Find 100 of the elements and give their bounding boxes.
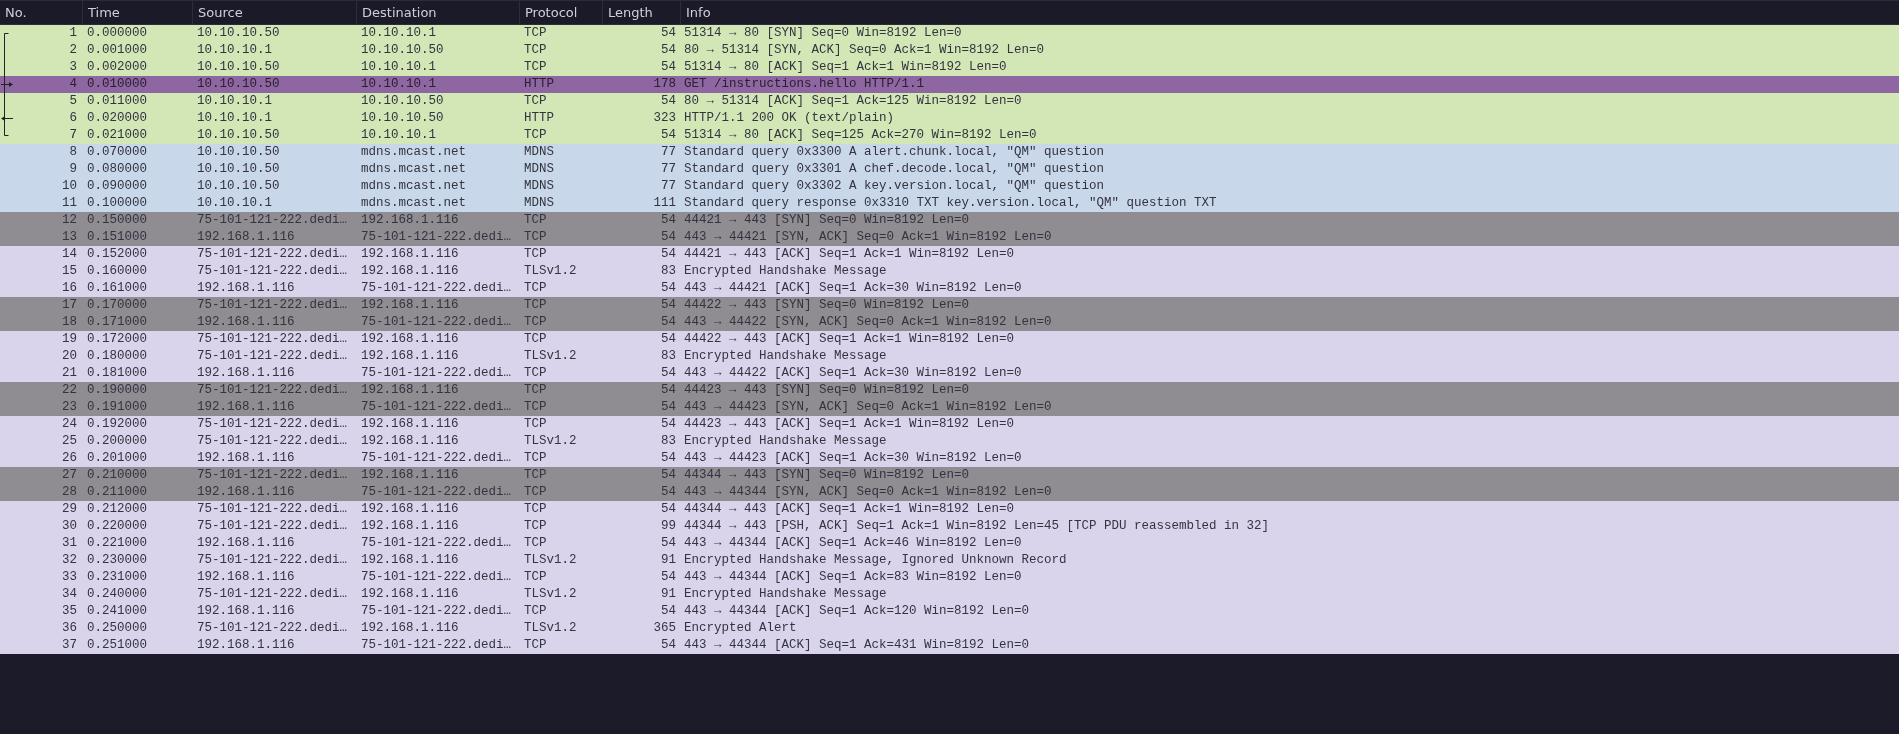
packet-protocol: TCP bbox=[524, 400, 547, 414]
packet-length: 54 bbox=[661, 536, 676, 550]
packet-source: 10.10.10.1 bbox=[197, 43, 272, 57]
packet-time: 0.011000 bbox=[87, 94, 147, 108]
packet-destination: 192.168.1.116 bbox=[361, 621, 459, 635]
packet-time: 0.080000 bbox=[87, 162, 147, 176]
column-header[interactable]: Time bbox=[82, 1, 192, 24]
packet-destination: 10.10.10.50 bbox=[361, 111, 444, 125]
packet-destination: 75-101-121-222.dedi… bbox=[361, 536, 512, 550]
packet-number: 2 bbox=[69, 42, 77, 59]
column-header[interactable]: Source bbox=[192, 1, 356, 24]
packet-destination: 192.168.1.116 bbox=[361, 553, 459, 567]
packet-info: 44344 → 443 [PSH, ACK] Seq=1 Ack=1 Win=8192 Len=45 [TCP PDU reassembled in 32] bbox=[684, 519, 1270, 533]
packet-row[interactable]: 2 0.001000 10.10.10.1 10.10.10.50 TCP 54 80 → 51314 [SYN, ACK] Seq=0 Ack=1 Win=8192 Len=0 bbox=[0, 42, 1899, 59]
column-header[interactable]: Info bbox=[680, 1, 1899, 24]
packet-row[interactable]: 27 0.210000 75-101-121-222.dedi… 192.168.1.116 TCP 54 44344 → 443 [SYN] Seq=0 Win=8192 Len=0 bbox=[0, 467, 1899, 484]
packet-row[interactable]: 3 0.002000 10.10.10.50 10.10.10.1 TCP 54 51314 → 80 [ACK] Seq=1 Ack=1 Win=8192 Len=0 bbox=[0, 59, 1899, 76]
packet-info: Encrypted Handshake Message bbox=[684, 349, 887, 363]
packet-time: 0.240000 bbox=[87, 587, 147, 601]
packet-source: 192.168.1.116 bbox=[197, 638, 295, 652]
packet-number: 25 bbox=[62, 433, 77, 450]
packet-row[interactable]: 11 0.100000 10.10.10.1 mdns.mcast.net MDNS 111 Standard query response 0x3310 TXT key.version.local, "QM" question TXT bbox=[0, 195, 1899, 212]
packet-protocol: TLSv1.2 bbox=[524, 587, 577, 601]
packet-destination: 192.168.1.116 bbox=[361, 247, 459, 261]
packet-number: 14 bbox=[62, 246, 77, 263]
packet-protocol: TCP bbox=[524, 60, 547, 74]
packet-length: 54 bbox=[661, 451, 676, 465]
packet-source: 192.168.1.116 bbox=[197, 400, 295, 414]
packet-row[interactable]: 6 0.020000 10.10.10.1 10.10.10.50 HTTP 323 HTTP/1.1 200 OK (text/plain) bbox=[0, 110, 1899, 127]
column-header[interactable]: Length bbox=[602, 1, 680, 24]
packet-time: 0.181000 bbox=[87, 366, 147, 380]
packet-row[interactable]: 23 0.191000 192.168.1.116 75-101-121-222.dedi… TCP 54 443 → 44423 [SYN, ACK] Seq=0 Ack=1 Win=8192 Len=0 bbox=[0, 399, 1899, 416]
packet-number: 28 bbox=[62, 484, 77, 501]
packet-destination: 192.168.1.116 bbox=[361, 468, 459, 482]
packet-row[interactable]: 12 0.150000 75-101-121-222.dedi… 192.168.1.116 TCP 54 44421 → 443 [SYN] Seq=0 Win=8192 Len=0 bbox=[0, 212, 1899, 229]
packet-time: 0.251000 bbox=[87, 638, 147, 652]
packet-time: 0.211000 bbox=[87, 485, 147, 499]
packet-info: HTTP/1.1 200 OK (text/plain) bbox=[684, 111, 895, 125]
packet-length: 54 bbox=[661, 400, 676, 414]
packet-source: 192.168.1.116 bbox=[197, 485, 295, 499]
packet-number: 1 bbox=[69, 25, 77, 42]
packet-row[interactable]: 5 0.011000 10.10.10.1 10.10.10.50 TCP 54 80 → 51314 [ACK] Seq=1 Ack=125 Win=8192 Len=0 bbox=[0, 93, 1899, 110]
packet-row[interactable]: 22 0.190000 75-101-121-222.dedi… 192.168.1.116 TCP 54 44423 → 443 [SYN] Seq=0 Win=8192 Len=0 bbox=[0, 382, 1899, 399]
packet-protocol: TCP bbox=[524, 332, 547, 346]
packet-source: 75-101-121-222.dedi… bbox=[197, 264, 348, 278]
packet-source: 75-101-121-222.dedi… bbox=[197, 417, 348, 431]
packet-row[interactable]: 18 0.171000 192.168.1.116 75-101-121-222.dedi… TCP 54 443 → 44422 [SYN, ACK] Seq=0 Ack=1 Win=8192 Len=0 bbox=[0, 314, 1899, 331]
packet-length: 54 bbox=[661, 94, 676, 108]
packet-row[interactable]: 17 0.170000 75-101-121-222.dedi… 192.168.1.116 TCP 54 44422 → 443 [SYN] Seq=0 Win=8192 Len=0 bbox=[0, 297, 1899, 314]
packet-destination: 192.168.1.116 bbox=[361, 264, 459, 278]
packet-destination: 75-101-121-222.dedi… bbox=[361, 400, 512, 414]
packet-protocol: HTTP bbox=[524, 111, 554, 125]
packet-row[interactable]: 1 0.000000 10.10.10.50 10.10.10.1 TCP 54 51314 → 80 [SYN] Seq=0 Win=8192 Len=0 bbox=[0, 25, 1899, 42]
packet-length: 323 bbox=[653, 111, 676, 125]
packet-row[interactable]: 7 0.021000 10.10.10.50 10.10.10.1 TCP 54 51314 → 80 [ACK] Seq=125 Ack=270 Win=8192 Len=0 bbox=[0, 127, 1899, 144]
packet-time: 0.070000 bbox=[87, 145, 147, 159]
packet-number: 16 bbox=[62, 280, 77, 297]
column-header[interactable]: Protocol bbox=[519, 1, 602, 24]
packet-number: 4 bbox=[69, 76, 77, 93]
packet-source: 192.168.1.116 bbox=[197, 230, 295, 244]
packet-number: 10 bbox=[62, 178, 77, 195]
packet-source: 10.10.10.50 bbox=[197, 60, 280, 74]
column-header[interactable]: No. bbox=[0, 1, 82, 24]
packet-number: 27 bbox=[62, 467, 77, 484]
packet-number: 35 bbox=[62, 603, 77, 620]
packet-row[interactable]: 4 0.010000 10.10.10.50 10.10.10.1 HTTP 178 GET /instructions.hello HTTP/1.1 bbox=[0, 76, 1899, 93]
packet-source: 10.10.10.50 bbox=[197, 77, 280, 91]
packet-protocol: TCP bbox=[524, 366, 547, 380]
packet-row[interactable]: 13 0.151000 192.168.1.116 75-101-121-222.dedi… TCP 54 443 → 44421 [SYN, ACK] Seq=0 Ack=1 Win=8192 Len=0 bbox=[0, 229, 1899, 246]
packet-destination: 75-101-121-222.dedi… bbox=[361, 485, 512, 499]
packet-row[interactable]: 28 0.211000 192.168.1.116 75-101-121-222.dedi… TCP 54 443 → 44344 [SYN, ACK] Seq=0 Ack=1 Win=8192 Len=0 bbox=[0, 484, 1899, 501]
packet-length: 54 bbox=[661, 43, 676, 57]
packet-protocol: TCP bbox=[524, 315, 547, 329]
packet-info: 443 → 44344 [SYN, ACK] Seq=0 Ack=1 Win=8192 Len=0 bbox=[684, 485, 1052, 499]
packet-length: 178 bbox=[653, 77, 676, 91]
packet-row[interactable]: 9 0.080000 10.10.10.50 mdns.mcast.net MDNS 77 Standard query 0x3301 A chef.decode.local, "QM" question bbox=[0, 161, 1899, 178]
column-header[interactable]: Destination bbox=[356, 1, 519, 24]
packet-length: 54 bbox=[661, 332, 676, 346]
packet-time: 0.210000 bbox=[87, 468, 147, 482]
packet-length: 83 bbox=[661, 434, 676, 448]
packet-row[interactable]: 8 0.070000 10.10.10.50 mdns.mcast.net MDNS 77 Standard query 0x3300 A alert.chunk.local, "QM" question bbox=[0, 144, 1899, 161]
packet-destination: 192.168.1.116 bbox=[361, 332, 459, 346]
packet-info: 44422 → 443 [ACK] Seq=1 Ack=1 Win=8192 Len=0 bbox=[684, 332, 1015, 346]
packet-protocol: TCP bbox=[524, 94, 547, 108]
packet-protocol: TCP bbox=[524, 417, 547, 431]
packet-info: 44421 → 443 [ACK] Seq=1 Ack=1 Win=8192 Len=0 bbox=[684, 247, 1015, 261]
packet-length: 54 bbox=[661, 604, 676, 618]
packet-source: 75-101-121-222.dedi… bbox=[197, 434, 348, 448]
packet-destination: 75-101-121-222.dedi… bbox=[361, 366, 512, 380]
packet-info: Encrypted Handshake Message, Ignored Unknown Record bbox=[684, 553, 1067, 567]
packet-row[interactable]: 10 0.090000 10.10.10.50 mdns.mcast.net MDNS 77 Standard query 0x3302 A key.version.local, "QM" question bbox=[0, 178, 1899, 195]
packet-length: 54 bbox=[661, 26, 676, 40]
packet-source: 75-101-121-222.dedi… bbox=[197, 468, 348, 482]
packet-time: 0.150000 bbox=[87, 213, 147, 227]
packet-destination: mdns.mcast.net bbox=[361, 162, 467, 176]
packet-number: 17 bbox=[62, 297, 77, 314]
packet-destination: 75-101-121-222.dedi… bbox=[361, 451, 512, 465]
packet-info: 443 → 44344 [ACK] Seq=1 Ack=46 Win=8192 Len=0 bbox=[684, 536, 1022, 550]
packet-source: 10.10.10.50 bbox=[197, 162, 280, 176]
packet-time: 0.192000 bbox=[87, 417, 147, 431]
